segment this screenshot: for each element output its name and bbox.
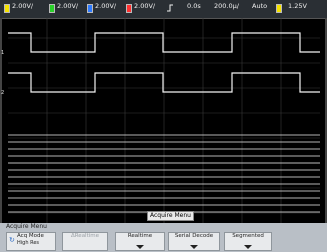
- menu-header: Acquire Menu: [6, 223, 47, 230]
- ch3-scale: 2.00V/: [95, 2, 117, 10]
- segmented-label: Segmented: [232, 233, 264, 239]
- serial-decode-softkey[interactable]: Serial Decode: [168, 232, 220, 251]
- chevron-down-icon: [190, 245, 198, 249]
- ch2-scale: 2.00V/: [57, 2, 79, 10]
- trigger-level: 1.25V: [288, 2, 307, 10]
- realtime-softkey[interactable]: Realtime: [115, 232, 165, 251]
- waveform-display: [8, 18, 320, 223]
- acq-mode-label: Acq Mode: [17, 233, 44, 239]
- segmented-softkey[interactable]: Segmented: [224, 232, 272, 251]
- graticule: [8, 18, 320, 223]
- ch2-ground-marker[interactable]: 2: [1, 90, 4, 96]
- status-bar: 2.00V/ 2.00V/ 2.00V/ 2.00V/ 0.0s 200.0µ/…: [0, 0, 327, 19]
- ch1-ground-marker[interactable]: 1: [1, 50, 4, 56]
- serial-decode-label: Serial Decode: [174, 233, 214, 239]
- ch3-indicator[interactable]: [87, 4, 93, 13]
- trigger-source-indicator: [276, 4, 282, 13]
- empty-softkey[interactable]: [276, 232, 321, 251]
- trigger-position: 0.0s: [187, 2, 201, 10]
- chevron-down-icon: [244, 245, 252, 249]
- ch1-indicator[interactable]: [4, 4, 10, 13]
- trigger-mode: Auto: [252, 2, 268, 10]
- ch4-scale: 2.00V/: [134, 2, 156, 10]
- realtime-label: Realtime: [127, 233, 153, 239]
- acq-mode-softkey[interactable]: ↻ Acq Mode High Res: [6, 232, 56, 251]
- acquire-mode-icon: ↻: [9, 236, 15, 244]
- timebase-scale: 200.0µ/: [214, 2, 239, 10]
- delta-realtime-softkey[interactable]: ΔRealtime: [62, 232, 108, 251]
- acq-mode-value: High Res: [17, 240, 40, 246]
- ch2-indicator[interactable]: [49, 4, 55, 13]
- delta-realtime-label: ΔRealtime: [70, 233, 100, 239]
- chevron-down-icon: [136, 245, 144, 249]
- ch1-scale: 2.00V/: [12, 2, 34, 10]
- menu-title: Acquire Menu: [147, 211, 194, 221]
- trigger-icon: [167, 4, 173, 12]
- oscilloscope-screen: 2.00V/ 2.00V/ 2.00V/ 2.00V/ 0.0s 200.0µ/…: [0, 0, 327, 252]
- ch4-indicator[interactable]: [126, 4, 132, 13]
